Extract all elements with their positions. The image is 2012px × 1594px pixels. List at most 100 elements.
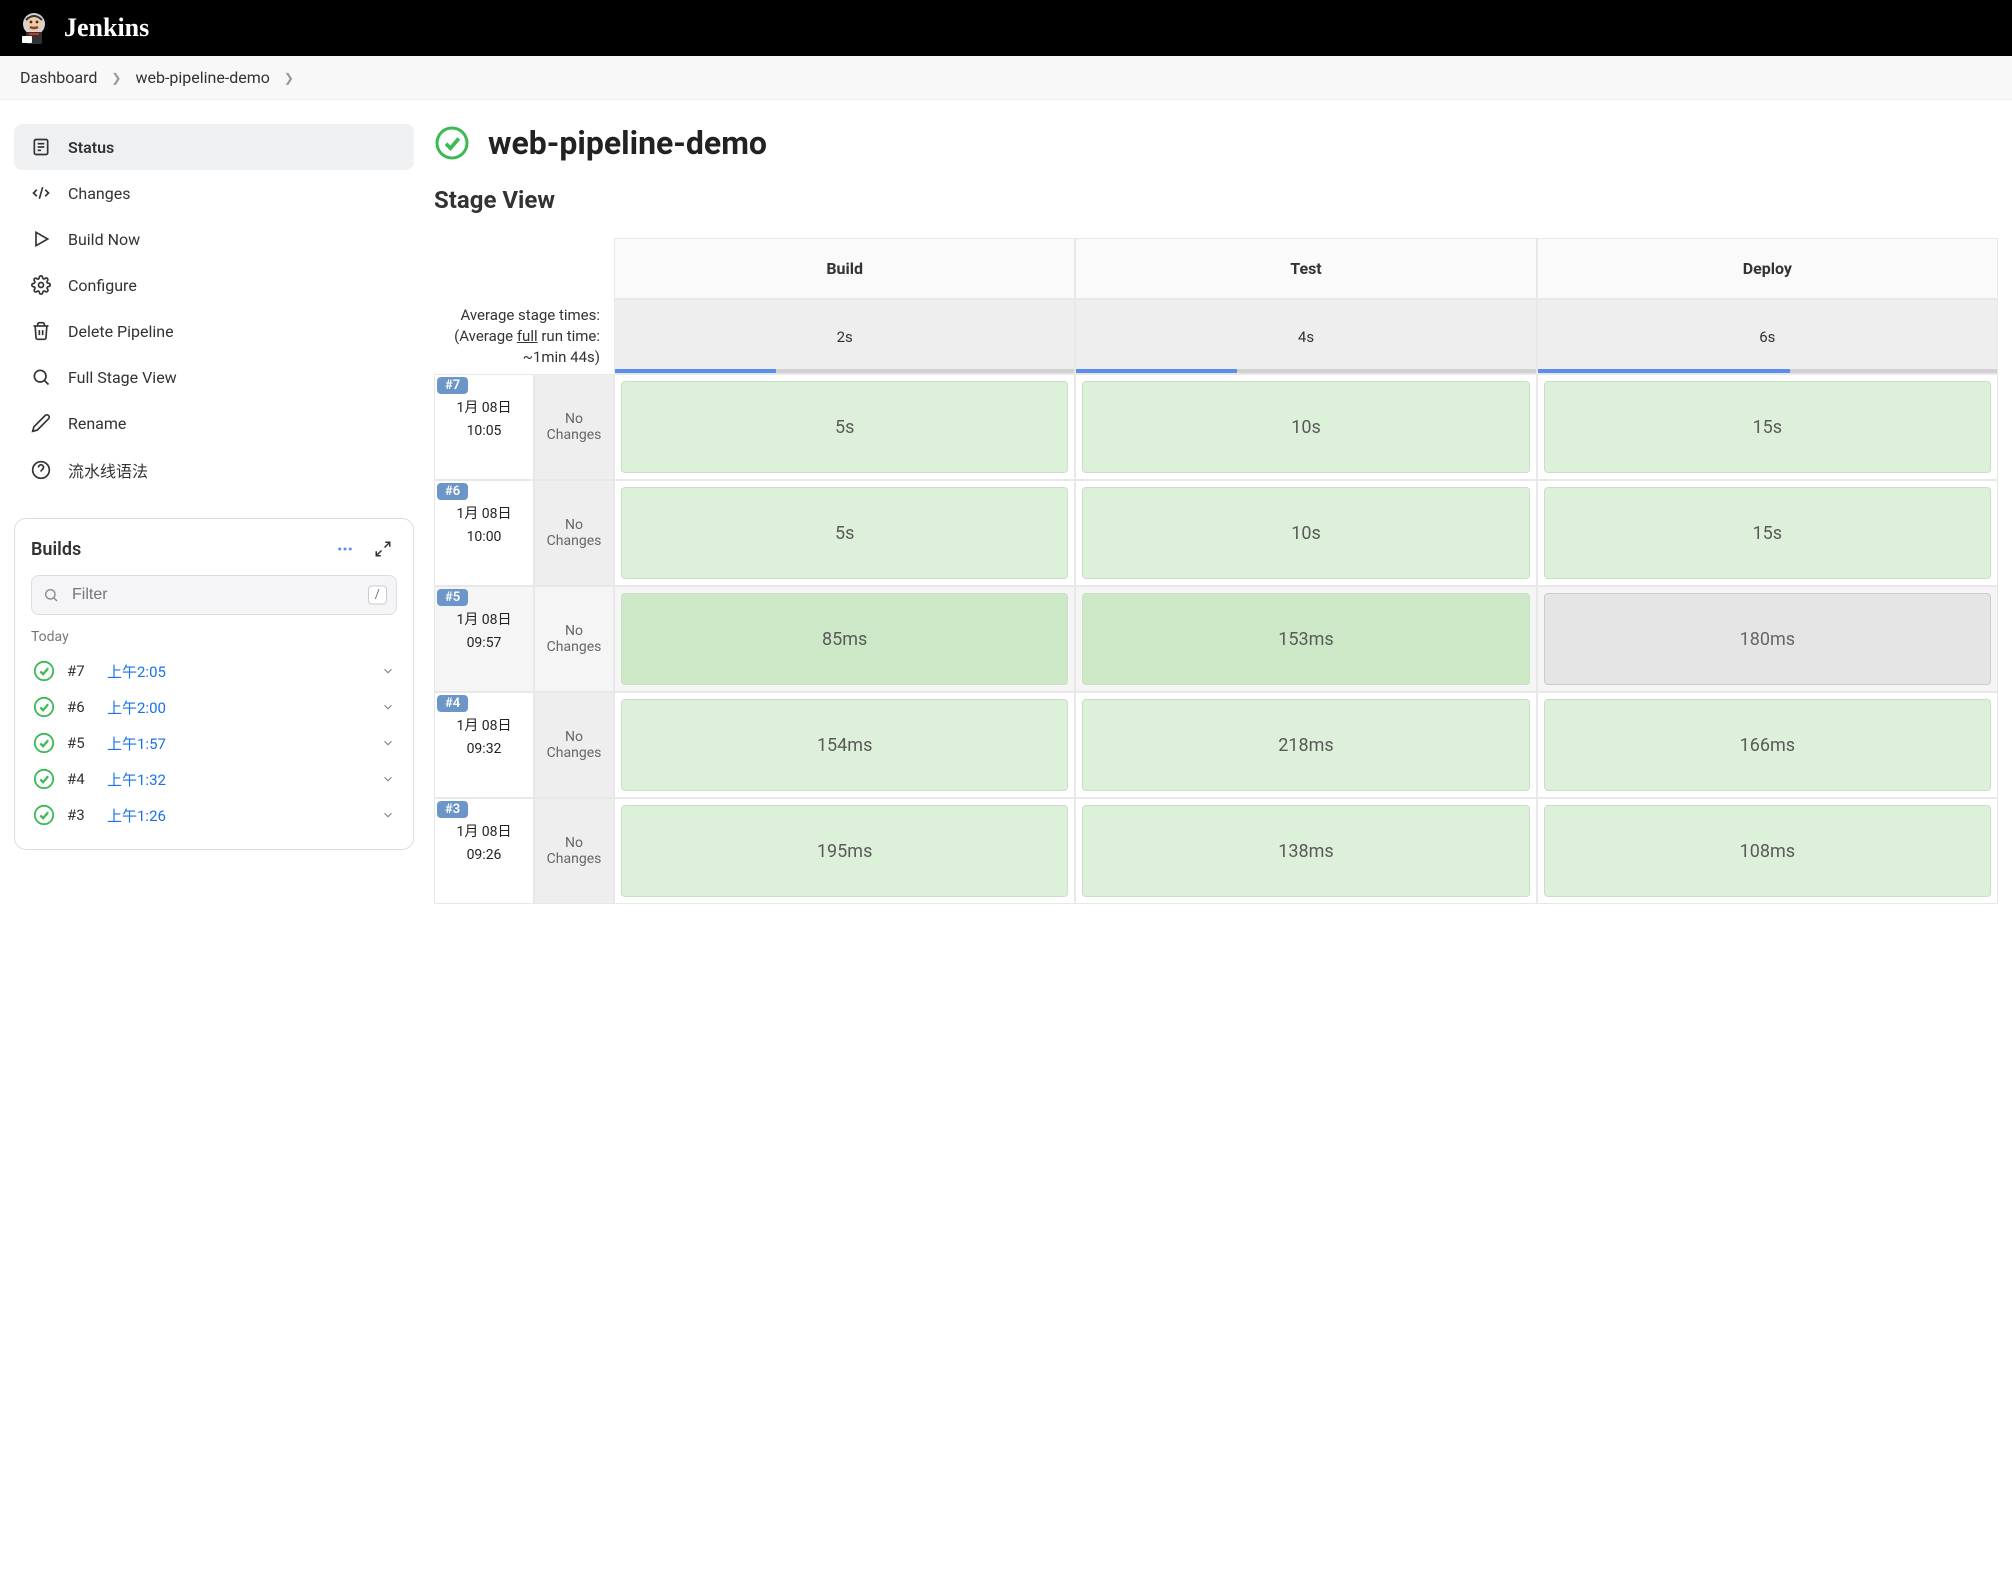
nav-build-now[interactable]: Build Now [14, 216, 414, 262]
stage-cell-build[interactable]: 195ms [621, 805, 1068, 897]
help-icon [30, 459, 52, 481]
filter-shortcut: / [368, 586, 387, 605]
run-badge: #3 [437, 801, 468, 818]
nav-changes[interactable]: Changes [14, 170, 414, 216]
run-row[interactable]: #7 1月 08日 10:05 No Changes 5s 10s 15s [434, 374, 1998, 480]
stage-cell-deploy[interactable]: 15s [1544, 487, 1991, 579]
chevron-down-icon[interactable] [381, 772, 395, 786]
success-icon [33, 732, 55, 754]
build-number: #6 [67, 698, 95, 716]
run-row[interactable]: #4 1月 08日 09:32 No Changes 154ms 218ms 1… [434, 692, 1998, 798]
stage-header-test: Test [1075, 238, 1536, 299]
nav-rename[interactable]: Rename [14, 400, 414, 446]
run-time: 09:57 [439, 635, 529, 651]
stage-cell-test[interactable]: 218ms [1082, 699, 1529, 791]
run-info: #4 1月 08日 09:32 [434, 692, 534, 798]
stage-header-build: Build [614, 238, 1075, 299]
nav-status[interactable]: Status [14, 124, 414, 170]
success-icon [33, 804, 55, 826]
stage-cell-deploy[interactable]: 15s [1544, 381, 1991, 473]
stage-cell-build[interactable]: 154ms [621, 699, 1068, 791]
stage-view-table: Build Test Deploy Average stage times: (… [434, 238, 1998, 904]
build-time[interactable]: 上午2:00 [107, 697, 369, 718]
gear-icon [30, 274, 52, 296]
run-badge: #7 [437, 377, 468, 394]
run-changes: No Changes [534, 586, 614, 692]
nav-label: Changes [68, 184, 131, 203]
logo[interactable]: Jenkins [16, 10, 149, 46]
run-date: 1月 08日 [439, 503, 529, 523]
nav-pipeline-syntax[interactable]: 流水线语法 [14, 446, 414, 494]
avg-build: 2s [614, 299, 1075, 374]
build-number: #7 [67, 662, 95, 680]
code-icon [30, 182, 52, 204]
run-changes: No Changes [534, 374, 614, 480]
run-time: 10:05 [439, 423, 529, 439]
filter-input[interactable] [31, 575, 397, 615]
stage-cell-deploy[interactable]: 166ms [1544, 699, 1991, 791]
section-title: Stage View [434, 186, 1998, 214]
build-row[interactable]: #6 上午2:00 [31, 689, 397, 725]
pencil-icon [30, 412, 52, 434]
more-icon[interactable] [331, 535, 359, 563]
stage-cell-deploy[interactable]: 180ms [1544, 593, 1991, 685]
run-date: 1月 08日 [439, 821, 529, 841]
chevron-down-icon[interactable] [381, 808, 395, 822]
chevron-down-icon[interactable] [381, 736, 395, 750]
run-row[interactable]: #5 1月 08日 09:57 No Changes 85ms 153ms 18… [434, 586, 1998, 692]
chevron-down-icon[interactable] [381, 700, 395, 714]
run-info: #7 1月 08日 10:05 [434, 374, 534, 480]
jenkins-icon [16, 10, 52, 46]
stage-cell-build[interactable]: 5s [621, 487, 1068, 579]
breadcrumb-project[interactable]: web-pipeline-demo [135, 68, 269, 87]
logo-text: Jenkins [64, 13, 149, 43]
run-row[interactable]: #6 1月 08日 10:00 No Changes 5s 10s 15s [434, 480, 1998, 586]
run-badge: #6 [437, 483, 468, 500]
build-row[interactable]: #5 上午1:57 [31, 725, 397, 761]
build-number: #4 [67, 770, 95, 788]
build-time[interactable]: 上午1:32 [107, 769, 369, 790]
run-time: 09:26 [439, 847, 529, 863]
run-changes: No Changes [534, 692, 614, 798]
nav-configure[interactable]: Configure [14, 262, 414, 308]
stage-cell-test[interactable]: 138ms [1082, 805, 1529, 897]
stage-cell-build[interactable]: 5s [621, 381, 1068, 473]
build-time[interactable]: 上午1:57 [107, 733, 369, 754]
build-number: #3 [67, 806, 95, 824]
avg-label: Average stage times: (Average full run t… [434, 299, 614, 374]
chevron-down-icon[interactable] [381, 664, 395, 678]
run-date: 1月 08日 [439, 397, 529, 417]
run-changes: No Changes [534, 480, 614, 586]
build-number: #5 [67, 734, 95, 752]
run-time: 09:32 [439, 741, 529, 757]
builds-panel: Builds / Today [14, 518, 414, 850]
chevron-right-icon: ❯ [111, 71, 121, 85]
stage-cell-test[interactable]: 153ms [1082, 593, 1529, 685]
build-row[interactable]: #3 上午1:26 [31, 797, 397, 833]
build-row[interactable]: #4 上午1:32 [31, 761, 397, 797]
build-time[interactable]: 上午1:26 [107, 805, 369, 826]
build-time[interactable]: 上午2:05 [107, 661, 369, 682]
breadcrumb-dashboard[interactable]: Dashboard [20, 68, 97, 87]
nav-delete[interactable]: Delete Pipeline [14, 308, 414, 354]
success-icon [33, 768, 55, 790]
chevron-right-icon: ❯ [284, 71, 294, 85]
stage-cell-build[interactable]: 85ms [621, 593, 1068, 685]
nav-label: Build Now [68, 230, 140, 249]
builds-today-label: Today [31, 629, 397, 645]
nav-full-stage-view[interactable]: Full Stage View [14, 354, 414, 400]
builds-title: Builds [31, 539, 81, 560]
stage-cell-test[interactable]: 10s [1082, 487, 1529, 579]
expand-icon[interactable] [369, 535, 397, 563]
trash-icon [30, 320, 52, 342]
stage-cell-test[interactable]: 10s [1082, 381, 1529, 473]
success-icon [33, 660, 55, 682]
run-row[interactable]: #3 1月 08日 09:26 No Changes 195ms 138ms 1… [434, 798, 1998, 904]
build-row[interactable]: #7 上午2:05 [31, 653, 397, 689]
stage-cell-deploy[interactable]: 108ms [1544, 805, 1991, 897]
search-icon [30, 366, 52, 388]
nav-label: 流水线语法 [68, 458, 148, 482]
run-badge: #4 [437, 695, 468, 712]
page-title: web-pipeline-demo [488, 124, 767, 162]
avg-deploy: 6s [1537, 299, 1998, 374]
